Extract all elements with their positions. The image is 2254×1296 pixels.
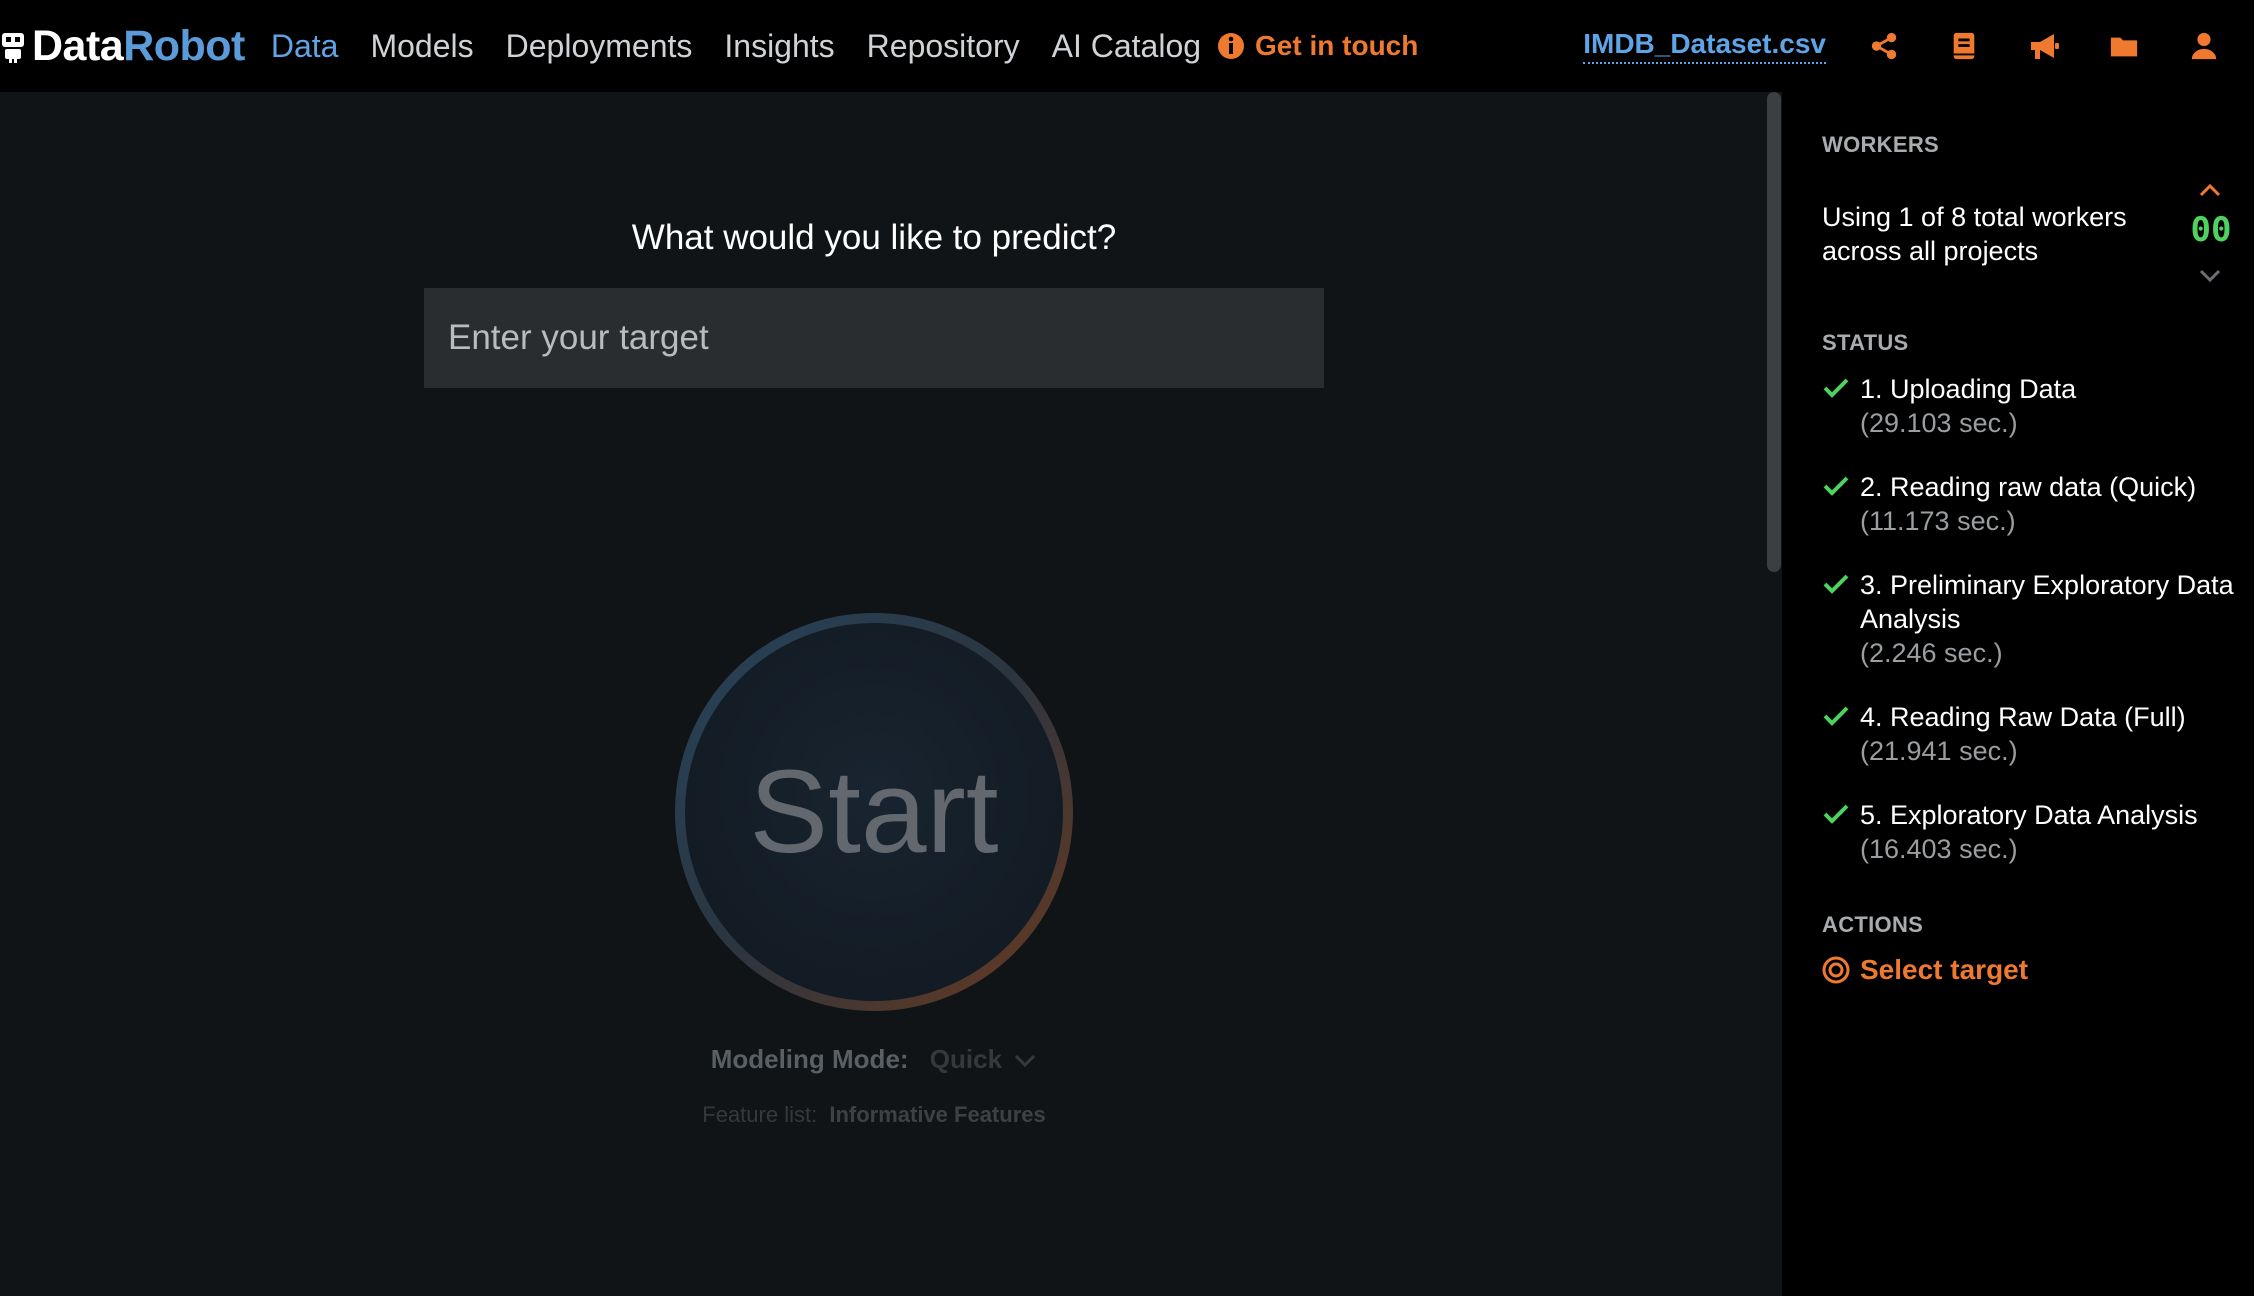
checkmark-icon	[1823, 574, 1849, 594]
modeling-mode-row: Modeling Mode: Quick	[0, 1044, 1748, 1075]
chevron-down-icon	[1015, 1055, 1036, 1068]
target-icon	[1822, 956, 1850, 984]
actions-title: ACTIONS	[1822, 912, 1924, 937]
datarobot-logo[interactable]: DataRobot	[0, 0, 245, 92]
status-time: (29.103 sec.)	[1860, 408, 2018, 438]
feature-list-row: Feature list: Informative Features	[0, 1102, 1748, 1128]
chevron-down-icon[interactable]	[2198, 268, 2222, 284]
modeling-mode-label: Modeling Mode:	[710, 1044, 909, 1074]
status-time: (21.941 sec.)	[1860, 736, 2018, 766]
status-item: 2. Reading raw data (Quick) (11.173 sec.…	[1822, 470, 2242, 538]
logo-robot-text: Robot	[123, 21, 245, 70]
modeling-mode-value: Quick	[929, 1044, 1003, 1074]
checkmark-icon	[1823, 804, 1849, 824]
status-item: 1. Uploading Data (29.103 sec.)	[1822, 372, 2242, 440]
nav-deployments[interactable]: Deployments	[506, 28, 693, 65]
share-icon[interactable]	[1868, 30, 1900, 62]
status-item: 4. Reading Raw Data (Full) (21.941 sec.)	[1822, 700, 2242, 768]
worker-count-spinner: 00	[2186, 182, 2236, 292]
info-icon	[1218, 33, 1245, 59]
nav-ai-catalog[interactable]: AI Catalog	[1052, 28, 1201, 65]
main-scrollbar[interactable]	[1767, 92, 1781, 572]
status-time: (16.403 sec.)	[1860, 834, 2018, 864]
checkmark-icon	[1823, 476, 1849, 496]
main-panel: What would you like to predict? Start Mo…	[0, 92, 1782, 1296]
status-name: 4. Reading Raw Data (Full)	[1860, 702, 2186, 732]
get-in-touch-link[interactable]: Get in touch	[1217, 30, 1418, 62]
top-navigation-bar: DataRobot Data Models Deployments Insigh…	[0, 0, 2254, 92]
dataset-name-link[interactable]: IMDB_Dataset.csv	[1583, 28, 1826, 64]
right-sidebar: WORKERS Using 1 of 8 total workers acros…	[1782, 92, 2254, 1296]
nav-repository[interactable]: Repository	[867, 28, 1020, 65]
user-icon[interactable]	[2188, 30, 2220, 62]
workers-title: WORKERS	[1822, 132, 1939, 157]
start-label: Start	[749, 746, 999, 878]
book-icon[interactable]	[1948, 30, 1980, 62]
get-in-touch-label: Get in touch	[1255, 30, 1419, 61]
select-target-action[interactable]: Select target	[1822, 954, 2028, 986]
header-right-tools: IMDB_Dataset.csv	[1583, 0, 2254, 92]
status-name: 2. Reading raw data (Quick)	[1860, 472, 2197, 502]
logo-text: DataRobot	[32, 22, 245, 71]
checkmark-icon	[1823, 378, 1849, 398]
status-name: 3. Preliminary Exploratory Data Analysis	[1860, 570, 2234, 634]
chevron-up-icon[interactable]	[2198, 182, 2222, 198]
checkmark-icon	[1823, 706, 1849, 726]
feature-list-label: Feature list:	[702, 1102, 818, 1127]
status-time: (2.246 sec.)	[1860, 638, 2003, 668]
status-item: 3. Preliminary Exploratory Data Analysis…	[1822, 568, 2242, 670]
folder-icon[interactable]	[2108, 30, 2140, 62]
status-name: 5. Exploratory Data Analysis	[1860, 800, 2198, 830]
workers-text: Using 1 of 8 total workers across all pr…	[1822, 202, 2127, 266]
robot-logo-icon	[2, 33, 24, 63]
status-item: 5. Exploratory Data Analysis (16.403 sec…	[1822, 798, 2242, 866]
start-button[interactable]: Start	[672, 610, 1076, 1014]
target-input[interactable]	[424, 288, 1324, 388]
nav-models[interactable]: Models	[370, 28, 473, 65]
select-target-label: Select target	[1860, 954, 2029, 985]
modeling-mode-dropdown[interactable]: Quick	[930, 1044, 1037, 1074]
logo-data-text: Data	[32, 21, 124, 70]
megaphone-icon[interactable]	[2028, 30, 2060, 62]
status-title: STATUS	[1822, 330, 1909, 355]
nav-insights[interactable]: Insights	[724, 28, 834, 65]
status-name: 1. Uploading Data	[1860, 374, 2077, 404]
status-time: (11.173 sec.)	[1860, 506, 2016, 536]
feature-list-value[interactable]: Informative Features	[829, 1102, 1045, 1127]
predict-question: What would you like to predict?	[631, 218, 1117, 257]
worker-count: 00	[2190, 210, 2232, 250]
nav-data[interactable]: Data	[271, 28, 339, 65]
